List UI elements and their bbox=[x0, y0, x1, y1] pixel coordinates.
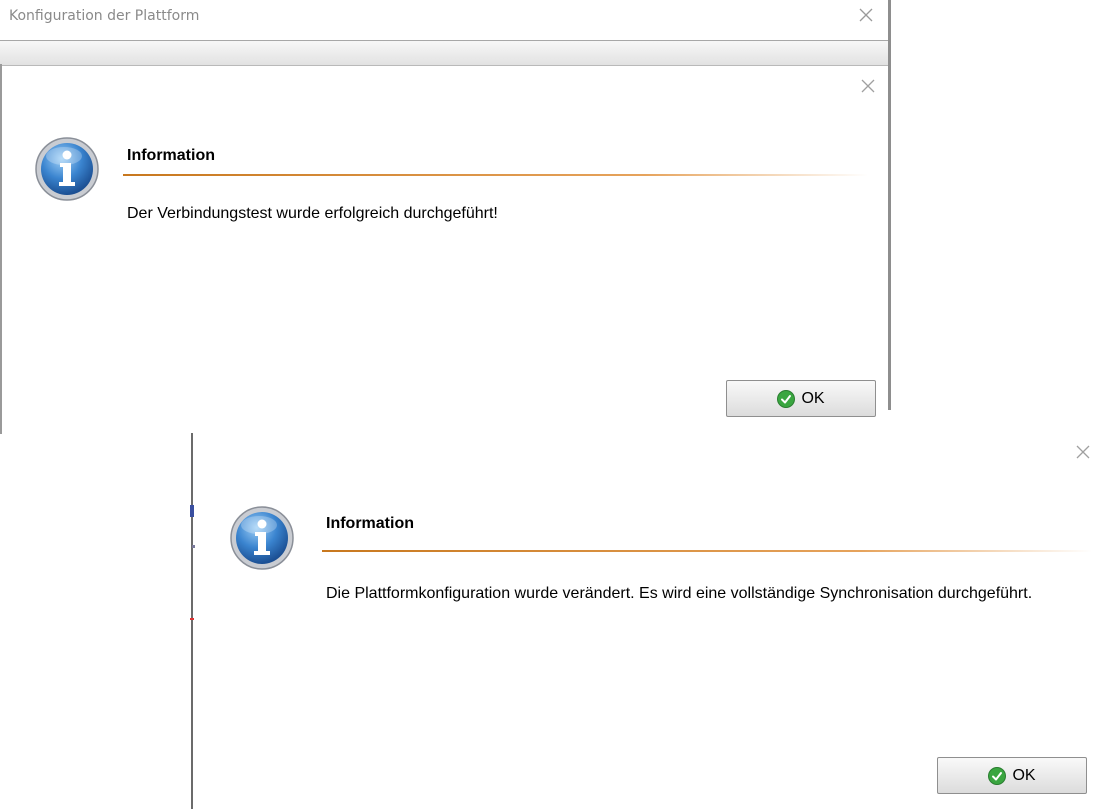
parent-window-title: Konfiguration der Plattform bbox=[9, 8, 200, 24]
dialog-border bbox=[0, 64, 2, 434]
info-icon bbox=[229, 505, 295, 571]
ok-button-label: OK bbox=[801, 389, 825, 407]
ok-button-label: OK bbox=[1012, 766, 1036, 784]
dialog-message: Die Plattformkonfiguration wurde verände… bbox=[326, 585, 1033, 602]
close-icon[interactable] bbox=[855, 4, 877, 26]
close-icon[interactable] bbox=[1073, 442, 1093, 462]
ok-button[interactable]: OK bbox=[726, 380, 876, 417]
title-divider bbox=[322, 550, 1092, 552]
dialog-title: Information bbox=[127, 147, 215, 164]
dialog-title: Information bbox=[326, 515, 414, 532]
ok-button[interactable]: OK bbox=[937, 757, 1087, 794]
background-fragment bbox=[192, 545, 195, 548]
background-fragment bbox=[190, 505, 194, 517]
check-icon bbox=[777, 389, 796, 408]
close-icon[interactable] bbox=[858, 76, 878, 96]
background-fragment bbox=[190, 618, 194, 620]
parent-window-border bbox=[888, 0, 891, 410]
parent-window-toolbar bbox=[0, 40, 888, 66]
check-icon bbox=[988, 766, 1007, 785]
dialog-message: Der Verbindungstest wurde erfolgreich du… bbox=[127, 205, 498, 222]
dialog-border bbox=[191, 433, 193, 809]
title-divider bbox=[123, 174, 868, 176]
info-icon bbox=[34, 136, 100, 202]
